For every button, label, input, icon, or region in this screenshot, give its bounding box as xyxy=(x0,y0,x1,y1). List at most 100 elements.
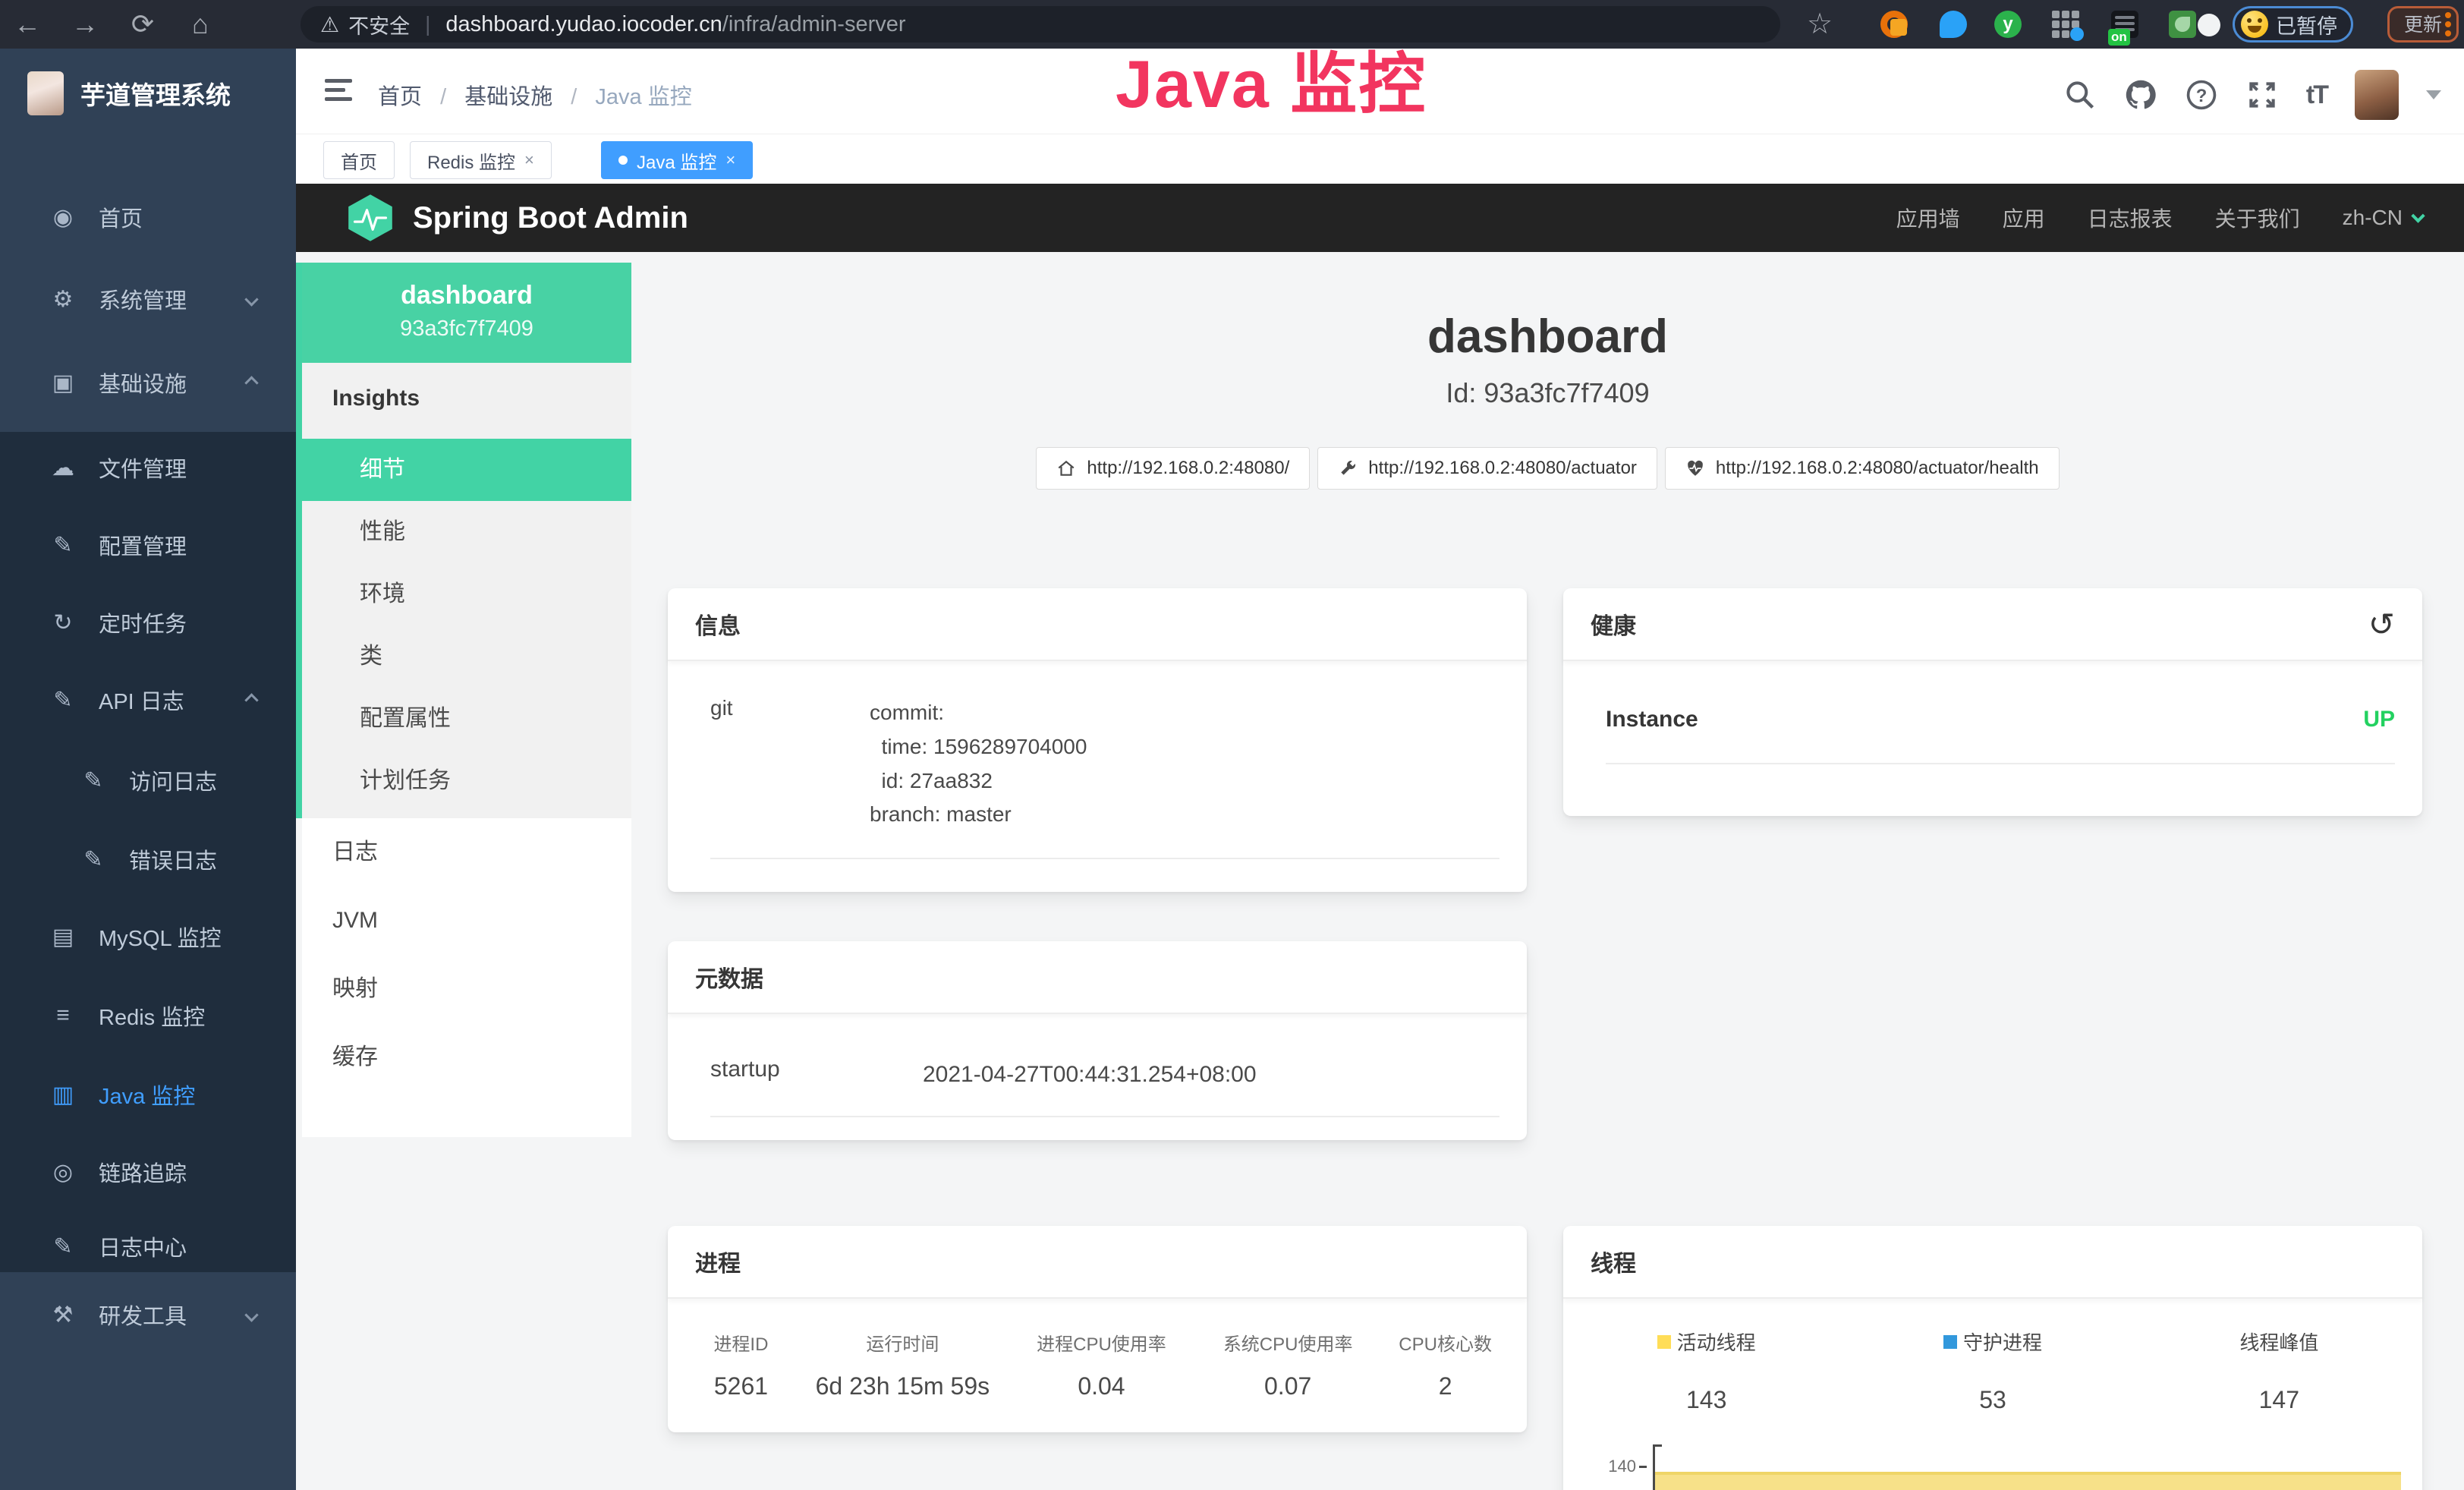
sba-item-details[interactable]: 细节 xyxy=(302,439,631,501)
sba-nav-about[interactable]: 关于我们 xyxy=(2215,203,2300,233)
sidebar-item-scheduled-jobs[interactable]: ↻ 定时任务 xyxy=(0,583,296,662)
tab-home[interactable]: 首页 xyxy=(323,141,395,179)
sidebar-item-config-mgmt[interactable]: ✎ 配置管理 xyxy=(0,506,296,584)
close-icon[interactable]: × xyxy=(524,150,534,170)
history-icon[interactable]: ↺ xyxy=(2368,606,2395,643)
briefcase-icon: ⚒ xyxy=(50,1302,76,1328)
metadata-card-header: 元数据 xyxy=(668,941,1527,1014)
extension-leaf-icon[interactable] xyxy=(2169,11,2196,38)
fullscreen-icon[interactable] xyxy=(2245,78,2279,112)
reload-icon[interactable]: ⟳ xyxy=(120,0,165,49)
sba-item-scheduled-tasks[interactable]: 计划任务 xyxy=(302,750,631,812)
bookmark-star-icon[interactable]: ☆ xyxy=(1797,0,1842,49)
sba-nav-wallboard[interactable]: 应用墙 xyxy=(1896,203,1960,233)
extension-grid-icon[interactable] xyxy=(2052,11,2079,38)
sidebar-item-home[interactable]: ◉ 首页 xyxy=(0,178,296,257)
sidebar-item-redis-monitor[interactable]: ≡ Redis 监控 xyxy=(0,976,296,1055)
legend-peak-threads: 线程峰值 xyxy=(2136,1328,2422,1356)
pencil-square-icon: ✎ xyxy=(80,767,106,794)
sidebar-item-log-center[interactable]: ✎ 日志中心 xyxy=(0,1207,296,1286)
pencil-square-icon: ✎ xyxy=(50,1233,76,1260)
back-icon[interactable]: ← xyxy=(5,0,50,49)
sba-item-config-props[interactable]: 配置属性 xyxy=(302,688,631,750)
monitor-screen-icon: ▥ xyxy=(50,1082,76,1108)
breadcrumb-home[interactable]: 首页 xyxy=(378,85,422,109)
github-icon[interactable] xyxy=(2124,78,2157,112)
threads-card-header: 线程 xyxy=(1563,1226,2422,1299)
font-size-icon[interactable]: tT xyxy=(2306,80,2327,110)
threads-legend: 活动线程 守护进程 线程峰值 xyxy=(1563,1328,2422,1356)
profile-paused-chip[interactable]: 已暂停 xyxy=(2233,6,2353,43)
sba-item-mappings[interactable]: 映射 xyxy=(302,955,631,1023)
extension-on-badge: on xyxy=(2108,29,2130,46)
daemon-threads-value: 53 xyxy=(1849,1386,2135,1414)
close-icon[interactable]: × xyxy=(725,150,735,170)
extension-orange-icon[interactable] xyxy=(1880,11,1908,38)
sba-item-classes[interactable]: 类 xyxy=(302,625,631,688)
extension-list-icon[interactable]: on xyxy=(2111,11,2138,38)
sidebar-item-dev-tools[interactable]: ⚒ 研发工具 xyxy=(0,1275,296,1354)
help-icon[interactable]: ? xyxy=(2185,78,2218,112)
process-syscpu-value: 0.07 xyxy=(1197,1372,1379,1400)
loop-icon: ↻ xyxy=(50,610,76,636)
sidebar-item-error-logs[interactable]: ✎ 错误日志 xyxy=(0,820,296,899)
browser-menu-icon[interactable] xyxy=(2445,12,2451,38)
sba-locale-select[interactable]: zh-CN xyxy=(2343,206,2423,230)
breadcrumb: 首页 / 基础设施 / Java 监控 xyxy=(378,79,692,111)
sidebar-item-tracing[interactable]: ◎ 链路追踪 xyxy=(0,1132,296,1211)
sba-item-caches[interactable]: 缓存 xyxy=(302,1023,631,1092)
sba-item-jvm[interactable]: JVM xyxy=(302,887,631,955)
legend-live-threads: 活动线程 xyxy=(1563,1328,1849,1356)
sba-header: Spring Boot Admin 应用墙 应用 日志报表 关于我们 zh-CN xyxy=(296,184,2464,252)
address-bar[interactable]: ⚠ 不安全 | dashboard.yudao.iocoder.cn /infr… xyxy=(301,6,1780,43)
threads-chart: 140 120 100 xyxy=(1563,1441,2422,1490)
extension-y-icon[interactable]: y xyxy=(1994,11,2022,38)
sidebar-item-file-mgmt[interactable]: ☁ 文件管理 xyxy=(0,428,296,507)
legend-daemon-threads: 守护进程 xyxy=(1849,1328,2135,1356)
sidebar-item-access-logs[interactable]: ✎ 访问日志 xyxy=(0,741,296,820)
tab-java-monitor[interactable]: Java 监控 × xyxy=(601,141,753,179)
app-logo-row[interactable]: 芋道管理系统 xyxy=(0,49,296,121)
hamburger-icon[interactable] xyxy=(325,79,352,103)
actuator-url-button[interactable]: http://192.168.0.2:48080/actuator xyxy=(1317,447,1657,490)
process-card: 进程 进程ID 运行时间 进程CPU使用率 系统CPU使用率 CPU核心数 52… xyxy=(668,1226,1527,1432)
user-avatar[interactable] xyxy=(2355,70,2399,120)
security-label: 不安全 xyxy=(348,10,410,39)
avatar-caret-icon[interactable] xyxy=(2426,90,2441,99)
not-secure-warning-icon: ⚠ xyxy=(320,12,339,37)
chevron-down-icon xyxy=(2411,209,2425,222)
admin-sidebar: 芋道管理系统 ◉ 首页 ⚙ 系统管理 ▣ 基础设施 ☁ 文件管理 ✎ 配置管理 … xyxy=(0,49,296,1490)
health-url-button[interactable]: http://192.168.0.2:48080/actuator/health xyxy=(1665,447,2060,490)
chevron-down-icon xyxy=(244,292,258,306)
extension-grid-dot xyxy=(2070,27,2084,41)
search-icon[interactable] xyxy=(2063,78,2097,112)
process-col-syscpu: 系统CPU使用率 xyxy=(1197,1329,1379,1356)
health-instance-row: Instance UP xyxy=(1606,707,2395,764)
svg-text:?: ? xyxy=(2196,86,2208,106)
process-pid-value: 5261 xyxy=(683,1372,799,1400)
home-icon[interactable]: ⌂ xyxy=(178,0,223,49)
sidebar-item-api-logs[interactable]: ✎ API 日志 xyxy=(0,660,296,739)
extensions-puzzle-icon[interactable] xyxy=(2198,14,2220,36)
sidebar-item-java-monitor[interactable]: ▥ Java 监控 xyxy=(0,1055,296,1134)
sidebar-item-mysql-monitor[interactable]: ▤ MySQL 监控 xyxy=(0,897,296,976)
process-col-cores: CPU核心数 xyxy=(1379,1329,1512,1356)
tab-redis-monitor[interactable]: Redis 监控 × xyxy=(410,141,552,179)
pencil-square-icon: ✎ xyxy=(50,687,76,713)
service-url-button[interactable]: http://192.168.0.2:48080/ xyxy=(1036,447,1310,490)
app-logo xyxy=(27,71,64,115)
sba-brand[interactable]: Spring Boot Admin xyxy=(346,194,688,242)
sidebar-item-system[interactable]: ⚙ 系统管理 xyxy=(0,260,296,339)
breadcrumb-infra[interactable]: 基础设施 xyxy=(464,85,552,109)
sba-nav-journal[interactable]: 日志报表 xyxy=(2088,203,2173,233)
sba-item-environment[interactable]: 环境 xyxy=(302,563,631,625)
sba-nav-applications[interactable]: 应用 xyxy=(2003,203,2045,233)
sidebar-item-infra[interactable]: ▣ 基础设施 xyxy=(0,343,296,422)
wrench-icon xyxy=(1338,458,1358,478)
sba-item-metrics[interactable]: 性能 xyxy=(302,501,631,563)
sba-item-logs[interactable]: 日志 xyxy=(302,818,631,887)
health-key: Instance xyxy=(1606,707,1698,732)
extension-pin-icon[interactable] xyxy=(1940,11,1967,38)
sba-instance-header[interactable]: dashboard 93a3fc7f7409 xyxy=(302,263,631,363)
forward-icon[interactable]: → xyxy=(62,0,108,49)
